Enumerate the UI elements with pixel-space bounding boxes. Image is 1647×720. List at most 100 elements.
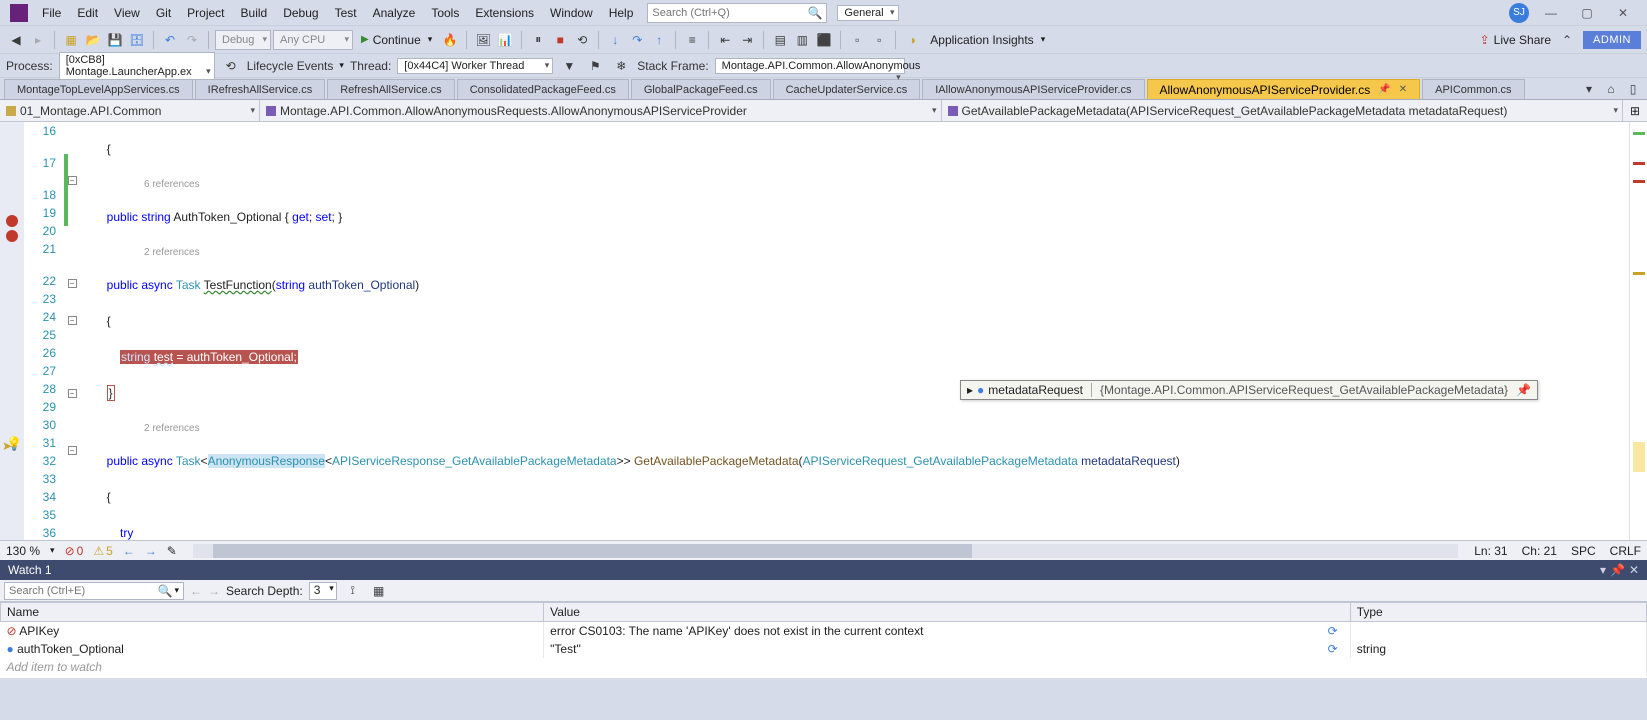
thread-combo[interactable]: [0x44C4] Worker Thread — [397, 58, 553, 74]
new-item-button[interactable]: ▦ — [61, 30, 81, 50]
breakpoint-icon[interactable] — [6, 215, 18, 227]
fold-toggle[interactable]: − — [68, 389, 77, 398]
tab-split-button[interactable]: ▯ — [1623, 79, 1643, 99]
filter-thread-button[interactable]: ▼ — [559, 56, 579, 76]
pause-button[interactable]: ⏸ — [528, 30, 548, 50]
watch-row[interactable]: ● authToken_Optional "Test"⟳ string — [1, 640, 1647, 658]
lightbulb-icon[interactable]: 💡 — [6, 436, 22, 452]
nav-next-button[interactable]: → — [208, 584, 220, 598]
flag-thread-button[interactable]: ⚑ — [585, 56, 605, 76]
format-button[interactable]: ≡ — [682, 30, 702, 50]
col-name[interactable]: Name — [1, 603, 544, 622]
doc-tab[interactable]: IAllowAnonymousAPIServiceProvider.cs — [922, 79, 1144, 99]
window-position-button[interactable]: ▾ — [1600, 563, 1606, 577]
bookmark-button[interactable]: ⬛ — [814, 30, 834, 50]
close-panel-button[interactable]: ✕ — [1629, 563, 1639, 577]
tab-overflow-button[interactable]: ▾ — [1579, 79, 1599, 99]
menu-edit[interactable]: Edit — [69, 2, 106, 24]
redo-button[interactable]: ↷ — [182, 30, 202, 50]
menu-test[interactable]: Test — [327, 2, 365, 24]
col-type[interactable]: Type — [1350, 603, 1646, 622]
step-into-button[interactable]: ↓ — [605, 30, 625, 50]
nav-next-issue[interactable]: → — [145, 544, 157, 558]
maximize-button[interactable]: ▢ — [1573, 3, 1601, 23]
screenshot-button[interactable]: 🖼 — [473, 30, 493, 50]
menu-window[interactable]: Window — [542, 2, 601, 24]
menu-build[interactable]: Build — [233, 2, 276, 24]
watch-options-button[interactable]: ⟟ — [343, 581, 363, 601]
col-value[interactable]: Value — [544, 603, 1351, 622]
uncomment-button[interactable]: ▥ — [792, 30, 812, 50]
menu-view[interactable]: View — [106, 2, 148, 24]
nav-fwd-button[interactable]: ▸ — [28, 30, 48, 50]
menu-project[interactable]: Project — [179, 2, 232, 24]
fold-toggle[interactable]: − — [68, 316, 77, 325]
stack-combo[interactable]: Montage.API.Common.AllowAnonymous — [715, 58, 905, 74]
doc-tab[interactable]: RefreshAllService.cs — [327, 79, 454, 99]
autohide-button[interactable]: 📌 — [1610, 563, 1625, 577]
code-area[interactable]: { 6 references public string AuthToken_O… — [80, 122, 1629, 540]
process-combo[interactable]: [0xCB8] Montage.LauncherApp.ex — [59, 52, 215, 80]
watch-grid[interactable]: Name Value Type ⊘ APIKey error CS0103: T… — [0, 602, 1647, 678]
breakpoint-icon[interactable] — [6, 230, 18, 242]
doc-tab[interactable]: IRefreshAllService.cs — [195, 79, 326, 99]
line-indicator[interactable]: Ln: 31 — [1474, 544, 1507, 558]
feedback-button[interactable]: ⌃ — [1557, 30, 1577, 50]
depth-combo[interactable]: 3 — [309, 582, 337, 600]
indent-out-button[interactable]: ⇤ — [715, 30, 735, 50]
enhanced-scrollbar[interactable] — [1629, 122, 1647, 540]
continue-button[interactable]: ▶ Continue▾ — [355, 30, 438, 50]
indent-indicator[interactable]: SPC — [1571, 544, 1596, 558]
warning-count[interactable]: ⚠5 — [93, 544, 112, 558]
fold-toggle[interactable]: − — [68, 446, 77, 455]
stop-button[interactable]: ■ — [550, 30, 570, 50]
watch-search-input[interactable] — [9, 585, 158, 597]
col-indicator[interactable]: Ch: 21 — [1522, 544, 1557, 558]
freeze-thread-button[interactable]: ❄ — [611, 56, 631, 76]
add-watch-row[interactable]: Add item to watch — [1, 658, 1647, 676]
lifecycle-label[interactable]: Lifecycle Events — [247, 59, 334, 73]
class-combo[interactable]: Montage.API.Common.AllowAnonymousRequest… — [260, 100, 942, 121]
health-icon[interactable]: ✎ — [167, 544, 177, 558]
code-editor[interactable]: ➤ 💡 16 17 18 19 20 21 22 23 24 25 26 27 … — [0, 122, 1647, 540]
comment-button[interactable]: ▤ — [770, 30, 790, 50]
watch-panel-title[interactable]: Watch 1 ▾ 📌 ✕ — [0, 560, 1647, 580]
nav-prev-issue[interactable]: ← — [123, 544, 135, 558]
indent-in-button[interactable]: ⇥ — [737, 30, 757, 50]
close-tab-icon[interactable]: ✕ — [1399, 84, 1407, 95]
lifecycle-icon[interactable]: ⟲ — [221, 56, 241, 76]
zoom-level[interactable]: 130 % — [6, 544, 40, 558]
save-button[interactable]: 💾 — [105, 30, 125, 50]
project-combo[interactable]: 01_Montage.API.Common — [0, 100, 260, 121]
config-combo[interactable]: Debug — [215, 30, 271, 50]
eol-indicator[interactable]: CRLF — [1610, 544, 1641, 558]
app-insights-button[interactable]: Application Insights▾ — [924, 30, 1051, 50]
breakpoint-gutter[interactable]: ➤ — [0, 122, 24, 540]
undo-button[interactable]: ↶ — [160, 30, 180, 50]
menu-help[interactable]: Help — [601, 2, 642, 24]
misc-button-2[interactable]: ▫ — [869, 30, 889, 50]
menu-debug[interactable]: Debug — [275, 2, 326, 24]
horizontal-scrollbar[interactable] — [193, 544, 1458, 558]
platform-combo[interactable]: Any CPU — [273, 30, 353, 50]
fold-toggle[interactable]: − — [68, 279, 77, 288]
open-button[interactable]: 📂 — [83, 30, 103, 50]
doc-tab[interactable]: ConsolidatedPackageFeed.cs — [457, 79, 629, 99]
save-all-button[interactable]: 🗄 — [127, 30, 147, 50]
global-search[interactable]: 🔍 — [647, 3, 827, 23]
menu-extensions[interactable]: Extensions — [467, 2, 542, 24]
misc-button-1[interactable]: ▫ — [847, 30, 867, 50]
doc-tab-active[interactable]: AllowAnonymousAPIServiceProvider.cs📌✕ — [1147, 79, 1421, 99]
nav-back-button[interactable]: ◀ — [6, 30, 26, 50]
menu-file[interactable]: File — [34, 2, 69, 24]
refresh-icon[interactable]: ⟳ — [1328, 624, 1344, 638]
doc-tab[interactable]: GlobalPackageFeed.cs — [631, 79, 771, 99]
close-window-button[interactable]: ✕ — [1609, 3, 1637, 23]
pin-icon[interactable]: 📌 — [1378, 84, 1390, 95]
watch-tree-button[interactable]: ▦ — [369, 581, 389, 601]
error-count[interactable]: ⊘0 — [65, 544, 84, 558]
solution-config-combo[interactable]: General — [837, 5, 898, 21]
user-avatar[interactable]: SJ — [1509, 3, 1529, 23]
doc-tab[interactable]: APICommon.cs — [1422, 79, 1524, 99]
global-search-input[interactable] — [652, 7, 807, 19]
